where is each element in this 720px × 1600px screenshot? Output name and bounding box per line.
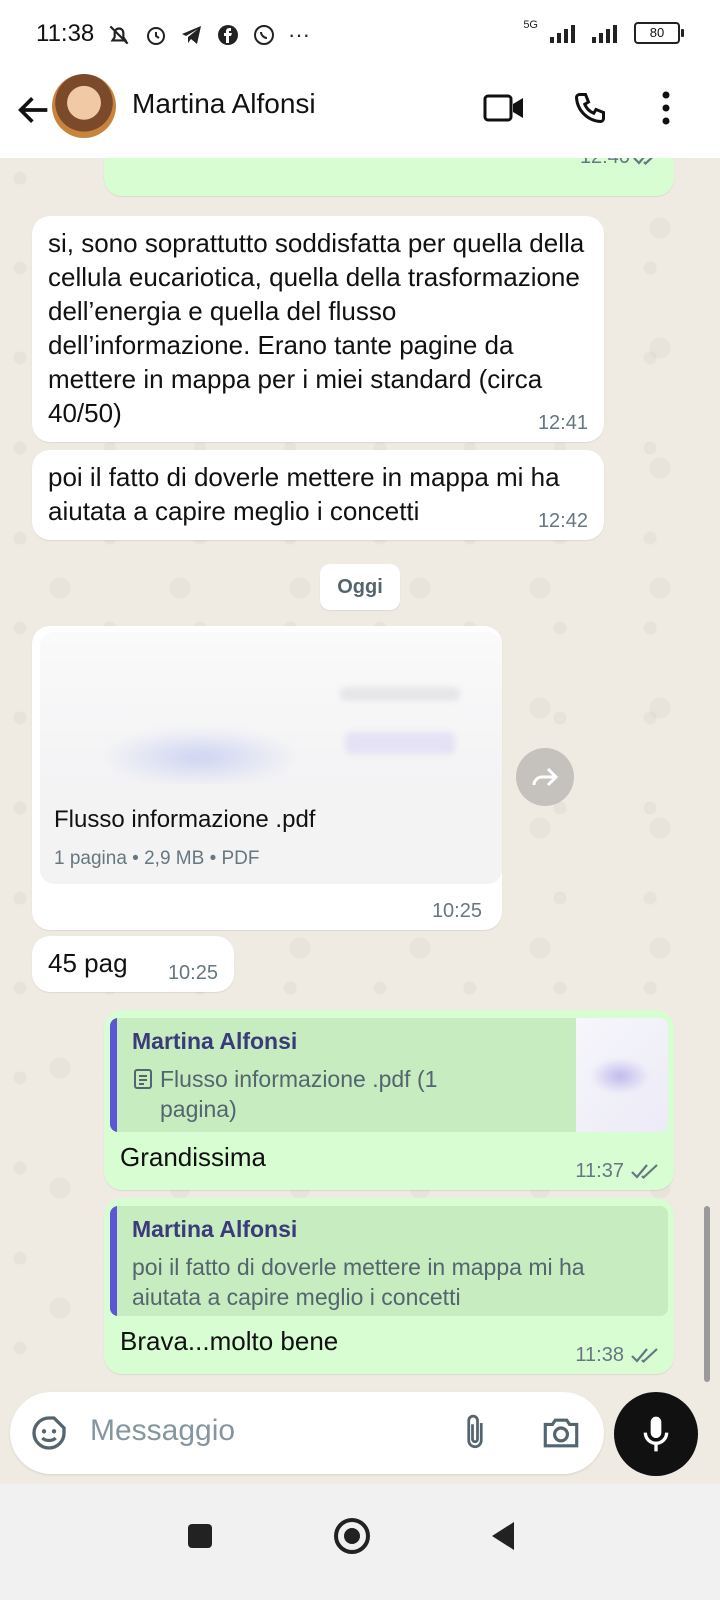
quote-text: Flusso informazione .pdf (1 pagina) — [160, 1066, 438, 1122]
message-time: 10:25 — [431, 900, 482, 922]
message-time: 10:25 — [167, 962, 218, 984]
battery-icon: 80 — [634, 22, 684, 44]
pdf-thumbnail-blur — [340, 687, 460, 701]
alarm-icon — [147, 27, 165, 45]
voice-message-button[interactable] — [614, 1392, 698, 1476]
signal-icon-2 — [592, 25, 617, 43]
pdf-file-meta: 1 pagina • 2,9 MB • PDF — [54, 848, 260, 869]
more-options-button[interactable] — [644, 86, 688, 130]
message-bubble-outgoing[interactable]: 12:40 — [104, 158, 674, 196]
message-text: Grandissima — [120, 1142, 266, 1172]
message-bubble-outgoing-reply[interactable]: Martina Alfonsi poi il fatto di doverle … — [104, 1198, 674, 1374]
recent-apps-button[interactable] — [170, 1506, 230, 1566]
mic-icon — [643, 1416, 669, 1452]
message-bubble-incoming[interactable]: poi il fatto di doverle mettere in mappa… — [32, 450, 604, 540]
voice-call-button[interactable] — [568, 86, 612, 130]
signal-icon — [550, 25, 575, 43]
network-type-icon: 5G — [523, 19, 538, 31]
more-vertical-icon — [662, 91, 670, 125]
video-call-button[interactable] — [482, 86, 526, 130]
pdf-thumbnail-blur — [100, 727, 300, 784]
quote-thumbnail — [576, 1018, 668, 1132]
message-text: 45 pag — [48, 948, 128, 978]
camera-button[interactable] — [538, 1410, 584, 1456]
scrollbar[interactable] — [704, 1206, 710, 1382]
back-arrow-icon — [18, 97, 48, 123]
chat-header: Martina Alfonsi — [0, 72, 720, 158]
message-input-bar[interactable]: Messaggio — [10, 1392, 604, 1474]
forward-icon — [532, 767, 559, 787]
date-separator: Oggi — [320, 564, 400, 610]
message-bubble-outgoing-reply[interactable]: Martina Alfonsi Flusso informazione .pdf… — [104, 1010, 674, 1190]
message-text: si, sono soprattutto soddisfatta per que… — [48, 228, 585, 428]
quote-accent-bar — [110, 1206, 117, 1316]
triangle-back-icon — [492, 1522, 514, 1550]
telegram-icon — [182, 26, 201, 44]
square-icon — [188, 1524, 212, 1548]
message-input[interactable]: Messaggio — [90, 1414, 235, 1448]
home-button[interactable] — [322, 1506, 382, 1566]
quote-accent-bar — [110, 1018, 117, 1132]
notification-icons: ··· — [106, 22, 310, 48]
message-time: 11:37 — [575, 1160, 624, 1182]
message-time: 11:38 — [575, 1344, 624, 1366]
message-text: Brava...molto bene — [120, 1326, 339, 1356]
home-circle-icon — [334, 1518, 370, 1554]
message-text: poi il fatto di doverle mettere in mappa… — [48, 462, 560, 526]
more-notifications-icon: ··· — [288, 22, 310, 47]
quoted-message[interactable]: Martina Alfonsi Flusso informazione .pdf… — [110, 1018, 668, 1132]
message-time: 12:42 — [537, 510, 588, 532]
double-check-icon — [633, 158, 654, 166]
pdf-file-name: Flusso informazione .pdf — [54, 806, 316, 833]
quote-text: poi il fatto di doverle mettere in mappa… — [132, 1254, 585, 1310]
whatsapp-icon — [254, 25, 274, 45]
quoted-message[interactable]: Martina Alfonsi poi il fatto di doverle … — [110, 1206, 668, 1316]
facebook-icon — [218, 25, 238, 45]
message-time: 12:41 — [537, 412, 588, 434]
system-nav-bar — [0, 1484, 720, 1600]
double-check-icon — [631, 1164, 658, 1180]
status-bar: 11:38 ··· 5G 80 — [0, 0, 720, 72]
message-bubble-incoming[interactable]: 45 pag 10:25 — [32, 936, 234, 992]
quote-author: Martina Alfonsi — [132, 1216, 298, 1242]
emoji-button[interactable] — [26, 1410, 72, 1456]
message-time: 12:40 — [580, 158, 630, 169]
message-bubble-incoming[interactable]: si, sono soprattutto soddisfatta per que… — [32, 216, 604, 442]
avatar[interactable] — [52, 74, 116, 138]
contact-name[interactable]: Martina Alfonsi — [132, 88, 316, 120]
double-check-icon — [631, 1348, 658, 1364]
camera-icon — [543, 1418, 579, 1448]
mute-bell-icon — [109, 25, 129, 45]
back-button[interactable] — [14, 90, 54, 130]
system-status: 5G 80 — [523, 19, 684, 44]
chat-area[interactable]: 12:40 si, sono soprattutto soddisfatta p… — [0, 158, 720, 1412]
attach-icon — [467, 1414, 483, 1449]
pdf-info[interactable]: Flusso informazione .pdf 1 pagina • 2,9 … — [40, 784, 502, 884]
attach-button[interactable] — [452, 1410, 498, 1456]
status-time: 11:38 — [36, 20, 95, 47]
quote-author: Martina Alfonsi — [132, 1028, 298, 1054]
phone-icon — [574, 93, 605, 124]
document-icon — [134, 1069, 152, 1089]
pdf-thumbnail[interactable] — [40, 632, 502, 784]
forward-button[interactable] — [516, 748, 574, 806]
emoji-icon — [32, 1416, 66, 1450]
back-nav-button[interactable] — [474, 1506, 534, 1566]
video-call-icon — [483, 94, 523, 122]
pdf-thumbnail-blur — [345, 732, 455, 754]
